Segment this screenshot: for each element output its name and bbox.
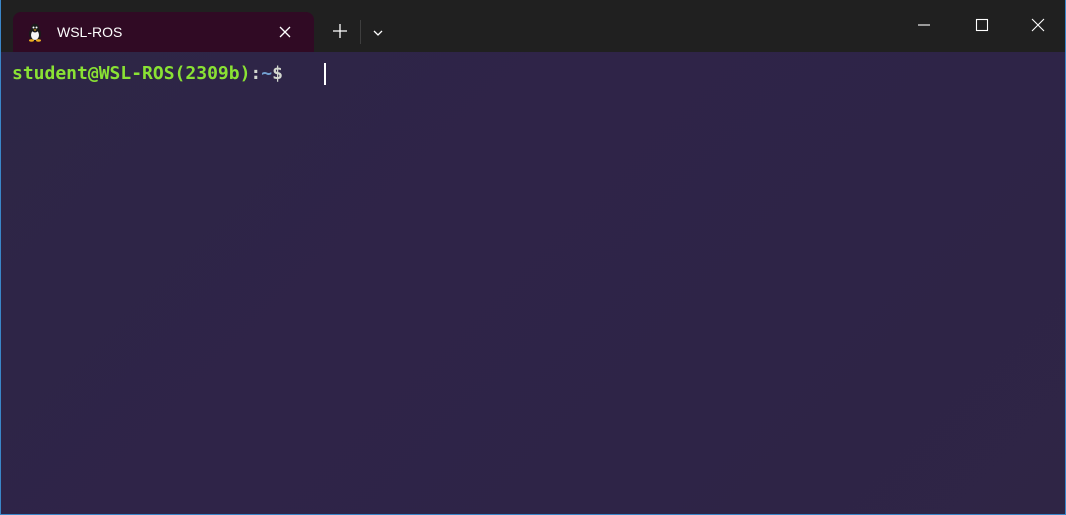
new-tab-button[interactable] (326, 19, 354, 47)
terminal-window: WSL-ROS student@WSL-ROS(2309b):~$ (0, 0, 1066, 515)
text-cursor (324, 63, 326, 85)
profile-dropdown-button[interactable] (365, 19, 391, 47)
close-icon (1031, 17, 1045, 36)
prompt-path: ~ (261, 63, 273, 84)
tab-wsl-ros[interactable]: WSL-ROS (13, 12, 314, 52)
terminal-pane[interactable]: student@WSL-ROS(2309b):~$ (1, 52, 1065, 514)
title-bar[interactable]: WSL-ROS (1, 0, 1065, 52)
plus-icon (332, 23, 348, 43)
tab-title: WSL-ROS (57, 24, 123, 40)
prompt-user-host: student@WSL-ROS(2309b) (12, 63, 251, 84)
prompt-symbol: $ (272, 63, 294, 84)
tabbar-divider (360, 20, 361, 44)
linux-tux-icon (25, 22, 45, 42)
chevron-down-icon (372, 24, 384, 43)
close-button[interactable] (1009, 0, 1065, 52)
minimize-icon (917, 17, 931, 36)
shell-prompt: student@WSL-ROS(2309b):~$ (12, 63, 294, 85)
tab-close-icon[interactable] (275, 22, 295, 42)
maximize-button[interactable] (953, 0, 1011, 52)
maximize-icon (975, 17, 989, 36)
prompt-colon: : (250, 63, 262, 84)
minimize-button[interactable] (895, 0, 953, 52)
